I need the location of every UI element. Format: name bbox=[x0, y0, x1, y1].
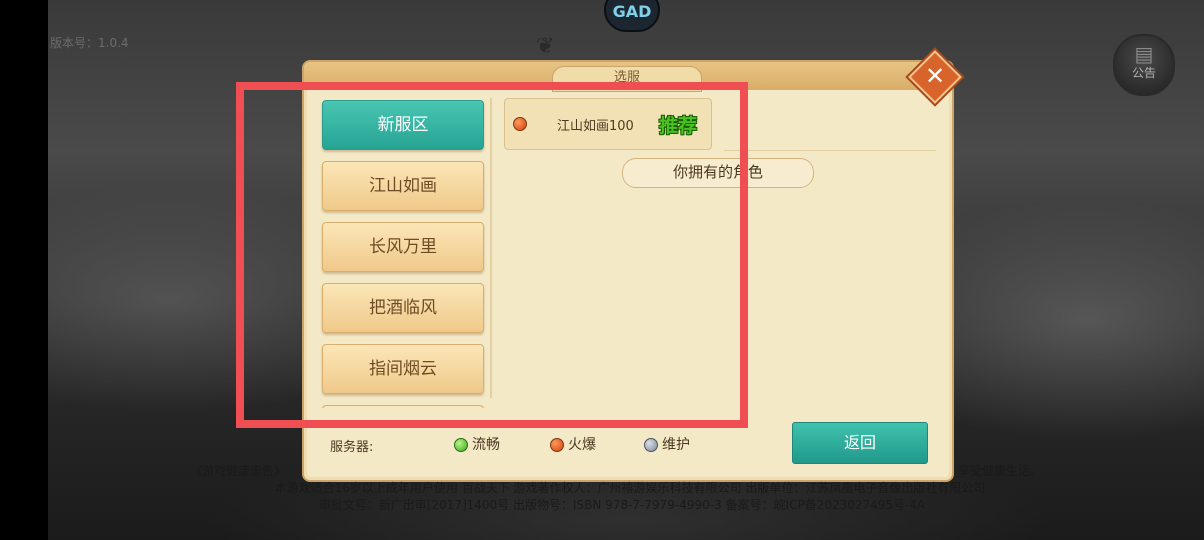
left-black-bar bbox=[0, 0, 48, 540]
busy-status-icon bbox=[550, 438, 564, 452]
divider-line bbox=[724, 150, 936, 151]
tab-jiangshan-ruhua[interactable]: 江山如画 bbox=[322, 161, 484, 211]
notice-label: 公告 bbox=[1131, 66, 1156, 80]
tab-zhijian-yanyun[interactable]: 指间烟云 bbox=[322, 344, 484, 394]
tab-partial-next[interactable] bbox=[322, 405, 484, 408]
scroll-icon: ▤ bbox=[1134, 42, 1154, 66]
close-icon: ✕ bbox=[924, 62, 946, 90]
server-name: 江山如画100 bbox=[557, 119, 634, 134]
health-notice-title: 《游戏健康忠告》 bbox=[190, 464, 287, 478]
busy-status-icon bbox=[513, 117, 527, 131]
legend-maintenance: 维护 bbox=[644, 434, 690, 454]
maintenance-status-icon bbox=[644, 438, 658, 452]
tab-new-servers[interactable]: 新服区 bbox=[322, 100, 484, 150]
health-notice-tail: 享受健康生活。 bbox=[958, 464, 1043, 478]
version-label: 版本号：1.0.4 bbox=[50, 36, 129, 50]
recommend-badge: 推荐 bbox=[659, 115, 698, 137]
server-status-legend: 服务器: 流畅 火爆 维护 返回 bbox=[318, 422, 938, 464]
dragon-emblem-icon: ❦ bbox=[536, 34, 555, 59]
return-button[interactable]: 返回 bbox=[792, 422, 928, 464]
tab-changfeng-wanli[interactable]: 长风万里 bbox=[322, 222, 484, 272]
tabs-divider bbox=[490, 98, 492, 398]
owned-roles-banner: 你拥有的角色 bbox=[622, 158, 814, 188]
server-region-tabs: 新服区 江山如画 长风万里 把酒临风 指间烟云 bbox=[320, 98, 488, 408]
game-logo-icon: GAD bbox=[604, 0, 660, 32]
server-select-dialog: 选服 ✕ 新服区 江山如画 长风万里 把酒临风 指间烟云 江山如画100 推荐 … bbox=[302, 50, 962, 482]
approval-text: 审批文号：新广出审[2017]1400号 出版物号：ISBN 978-7-797… bbox=[318, 498, 926, 512]
legend-label: 服务器: bbox=[330, 440, 374, 455]
notice-button[interactable]: ▤ 公告 bbox=[1113, 34, 1175, 96]
smooth-status-icon bbox=[454, 438, 468, 452]
age-rating-text: 本游戏适合16岁以上成年用户使用 百战天下 游戏著作权人：广州禧游娱乐科技有限公… bbox=[274, 481, 986, 495]
legend-busy: 火爆 bbox=[550, 434, 596, 454]
server-item[interactable]: 江山如画100 推荐 bbox=[504, 98, 712, 150]
legend-smooth: 流畅 bbox=[454, 434, 500, 454]
tab-bajiu-linfeng[interactable]: 把酒临风 bbox=[322, 283, 484, 333]
dialog-title: 选服 bbox=[552, 66, 702, 92]
